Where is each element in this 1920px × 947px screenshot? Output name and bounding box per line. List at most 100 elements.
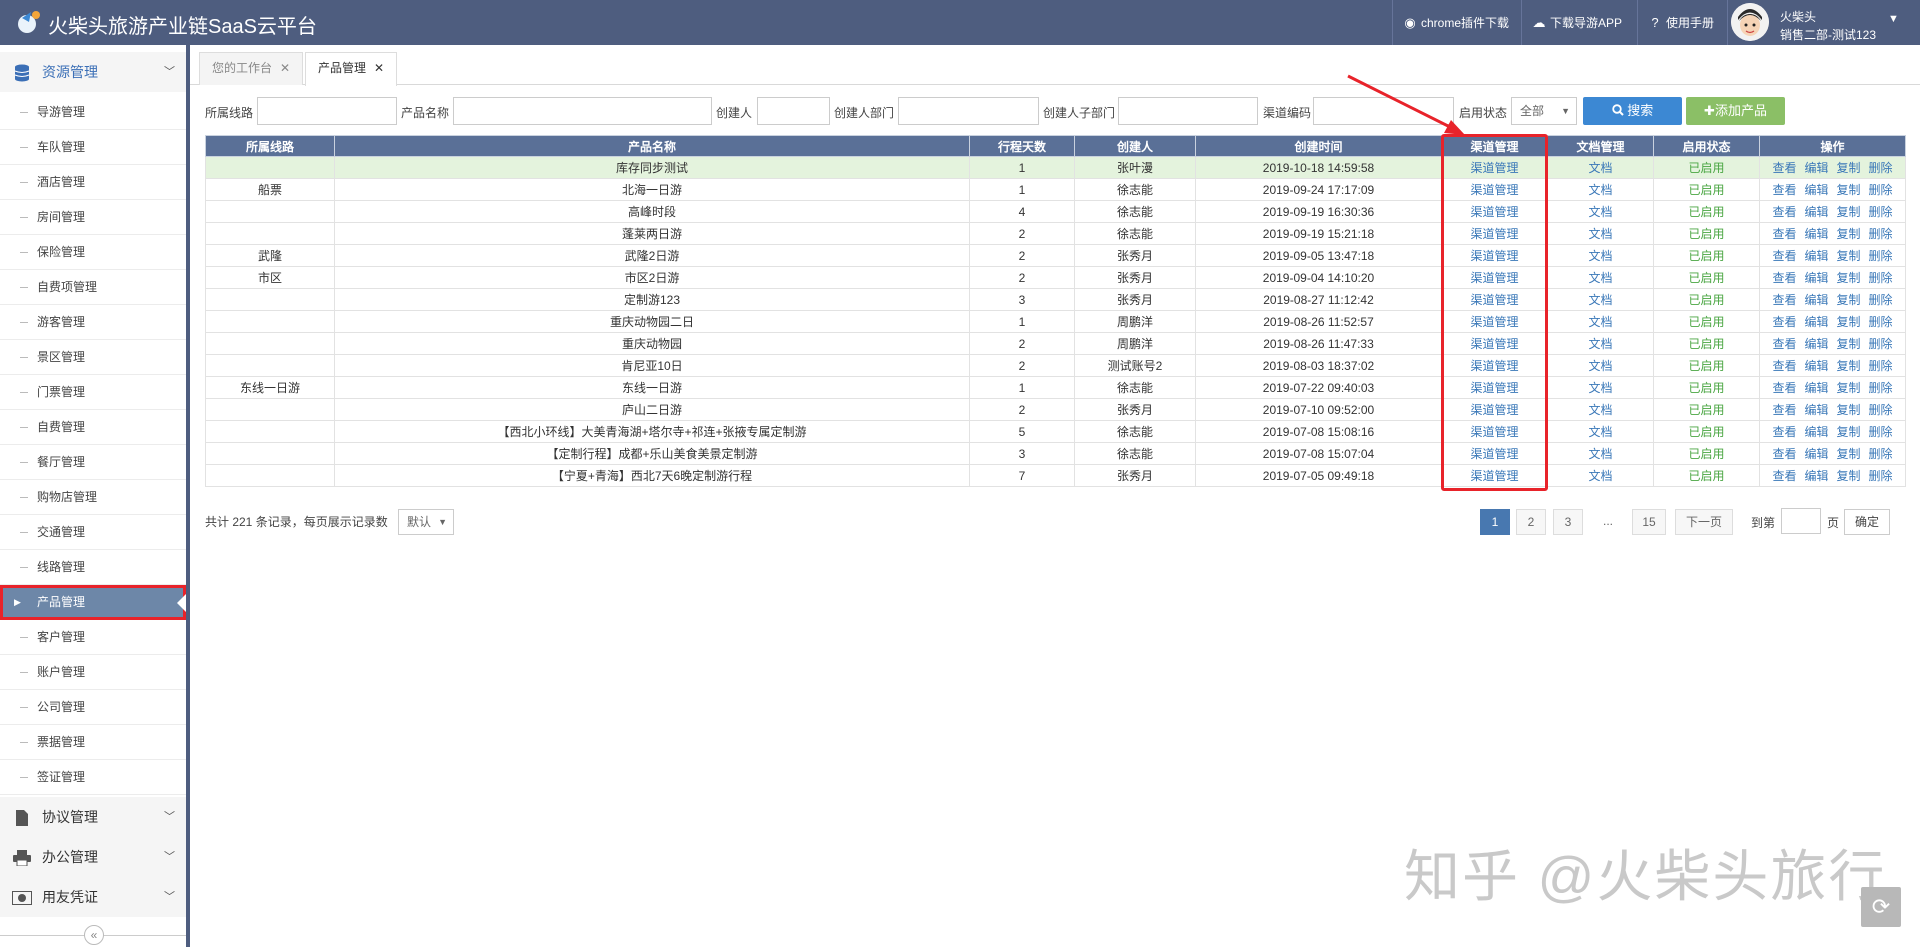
- status-toggle[interactable]: 已启用: [1653, 222, 1760, 245]
- copy-link[interactable]: 复制: [1837, 315, 1861, 329]
- edit-link[interactable]: 编辑: [1804, 205, 1828, 219]
- sidebar-item[interactable]: 景区管理: [0, 340, 186, 375]
- goto-page-input[interactable]: [1781, 508, 1821, 534]
- view-link[interactable]: 查看: [1772, 183, 1796, 197]
- channel-management-link[interactable]: 渠道管理: [1470, 249, 1518, 263]
- delete-link[interactable]: 删除: [1869, 249, 1893, 263]
- delete-link[interactable]: 删除: [1869, 227, 1893, 241]
- view-link[interactable]: 查看: [1772, 469, 1796, 483]
- edit-link[interactable]: 编辑: [1804, 337, 1828, 351]
- table-row[interactable]: 蓬莱两日游 2 徐志能 2019-09-19 15:21:18 渠道管理 文档 已启用 查看编…: [205, 222, 1906, 245]
- caret-down-icon[interactable]: ▼: [1888, 13, 1899, 25]
- delete-link[interactable]: 删除: [1869, 403, 1893, 417]
- edit-link[interactable]: 编辑: [1804, 227, 1828, 241]
- sidebar-item[interactable]: 酒店管理: [0, 165, 186, 200]
- page-size-select[interactable]: 默认 ▼: [398, 509, 454, 535]
- delete-link[interactable]: 删除: [1869, 315, 1893, 329]
- dept-input[interactable]: [898, 97, 1039, 125]
- delete-link[interactable]: 删除: [1869, 359, 1893, 373]
- document-link[interactable]: 文档: [1547, 244, 1654, 267]
- view-link[interactable]: 查看: [1772, 315, 1796, 329]
- view-link[interactable]: 查看: [1772, 293, 1796, 307]
- channel-code-input[interactable]: [1313, 97, 1454, 125]
- page-button[interactable]: 1: [1480, 509, 1510, 535]
- page-button[interactable]: 2: [1516, 509, 1546, 535]
- channel-management-link[interactable]: 渠道管理: [1470, 293, 1518, 307]
- table-row[interactable]: 武隆 武隆2日游 2 张秀月 2019-09-05 13:47:18 渠道管理 文档 已启用查…: [205, 244, 1906, 267]
- status-toggle[interactable]: 已启用: [1653, 464, 1760, 487]
- table-row[interactable]: 定制游123 3 张秀月 2019-08-27 11:12:42 渠道管理 文档 已启用 查看…: [205, 288, 1906, 311]
- status-toggle[interactable]: 已启用: [1653, 398, 1760, 421]
- copy-link[interactable]: 复制: [1837, 403, 1861, 417]
- edit-link[interactable]: 编辑: [1804, 161, 1828, 175]
- document-link[interactable]: 文档: [1547, 332, 1654, 355]
- channel-management-link[interactable]: 渠道管理: [1470, 205, 1518, 219]
- page-button[interactable]: 15: [1632, 509, 1666, 535]
- status-toggle[interactable]: 已启用: [1653, 376, 1760, 399]
- status-toggle[interactable]: 已启用: [1653, 200, 1760, 223]
- add-product-button[interactable]: ✚添加产品: [1686, 97, 1785, 125]
- copy-link[interactable]: 复制: [1837, 447, 1861, 461]
- table-row[interactable]: 肯尼亚10日 2 测试账号2 2019-08-03 18:37:02 渠道管理 文档 已启用…: [205, 354, 1906, 377]
- document-link[interactable]: 文档: [1547, 288, 1654, 311]
- view-link[interactable]: 查看: [1772, 271, 1796, 285]
- sidebar-item[interactable]: 自费管理: [0, 410, 186, 445]
- table-row[interactable]: 市区 市区2日游 2 张秀月 2019-09-04 14:10:20 渠道管理 文档 已启用查…: [205, 266, 1906, 289]
- status-toggle[interactable]: 已启用: [1653, 266, 1760, 289]
- sidebar-item[interactable]: 门票管理: [0, 375, 186, 410]
- view-link[interactable]: 查看: [1772, 381, 1796, 395]
- edit-link[interactable]: 编辑: [1804, 183, 1828, 197]
- delete-link[interactable]: 删除: [1869, 161, 1893, 175]
- subdept-input[interactable]: [1118, 97, 1258, 125]
- table-row[interactable]: 【宁夏+青海】西北7天6晚定制游行程 7 张秀月 2019-07-05 09:49:1…: [205, 464, 1906, 487]
- next-page-button[interactable]: 下一页: [1675, 509, 1733, 535]
- edit-link[interactable]: 编辑: [1804, 447, 1828, 461]
- tab-workbench[interactable]: 您的工作台 ✕: [199, 52, 304, 85]
- view-link[interactable]: 查看: [1772, 403, 1796, 417]
- edit-link[interactable]: 编辑: [1804, 403, 1828, 417]
- document-link[interactable]: 文档: [1547, 354, 1654, 377]
- close-icon[interactable]: ✕: [374, 61, 384, 75]
- tab-product-management[interactable]: 产品管理 ✕: [305, 52, 398, 86]
- status-toggle[interactable]: 已启用: [1653, 310, 1760, 333]
- table-row[interactable]: 重庆动物园 2 周鹏洋 2019-08-26 11:47:33 渠道管理 文档 已启用 查看编…: [205, 332, 1906, 355]
- sidebar-item[interactable]: 导游管理: [0, 95, 186, 130]
- channel-management-link[interactable]: 渠道管理: [1470, 271, 1518, 285]
- delete-link[interactable]: 删除: [1869, 447, 1893, 461]
- view-link[interactable]: 查看: [1772, 227, 1796, 241]
- edit-link[interactable]: 编辑: [1804, 293, 1828, 307]
- copy-link[interactable]: 复制: [1837, 425, 1861, 439]
- copy-link[interactable]: 复制: [1837, 271, 1861, 285]
- table-row[interactable]: 庐山二日游 2 张秀月 2019-07-10 09:52:00 渠道管理 文档 已启用 查看编…: [205, 398, 1906, 421]
- sidebar-item[interactable]: 车队管理: [0, 130, 186, 165]
- copy-link[interactable]: 复制: [1837, 183, 1861, 197]
- view-link[interactable]: 查看: [1772, 249, 1796, 263]
- sidebar-item[interactable]: 交通管理: [0, 515, 186, 550]
- view-link[interactable]: 查看: [1772, 205, 1796, 219]
- document-link[interactable]: 文档: [1547, 310, 1654, 333]
- sidebar-item[interactable]: 线路管理: [0, 550, 186, 585]
- collapse-sidebar-icon[interactable]: «: [84, 925, 104, 945]
- delete-link[interactable]: 删除: [1869, 293, 1893, 307]
- delete-link[interactable]: 删除: [1869, 271, 1893, 285]
- copy-link[interactable]: 复制: [1837, 359, 1861, 373]
- status-toggle[interactable]: 已启用: [1653, 354, 1760, 377]
- sidebar-group-vouchers[interactable]: 用友凭证 ﹀: [0, 877, 186, 917]
- copy-link[interactable]: 复制: [1837, 381, 1861, 395]
- document-link[interactable]: 文档: [1547, 398, 1654, 421]
- channel-management-link[interactable]: 渠道管理: [1470, 359, 1518, 373]
- page-button[interactable]: 3: [1553, 509, 1583, 535]
- status-toggle[interactable]: 已启用: [1653, 442, 1760, 465]
- status-toggle[interactable]: 已启用: [1653, 288, 1760, 311]
- channel-management-link[interactable]: 渠道管理: [1470, 183, 1518, 197]
- sidebar-item[interactable]: 公司管理: [0, 690, 186, 725]
- view-link[interactable]: 查看: [1772, 425, 1796, 439]
- copy-link[interactable]: 复制: [1837, 249, 1861, 263]
- sidebar-group-resources[interactable]: 资源管理 ﹀: [0, 52, 186, 92]
- sidebar-item[interactable]: 餐厅管理: [0, 445, 186, 480]
- table-row[interactable]: 库存同步测试 1 张叶漫 2019-10-18 14:59:58 渠道管理 文档 已启用 查看…: [205, 156, 1906, 179]
- document-link[interactable]: 文档: [1547, 222, 1654, 245]
- edit-link[interactable]: 编辑: [1804, 359, 1828, 373]
- copy-link[interactable]: 复制: [1837, 205, 1861, 219]
- sidebar-item[interactable]: 票据管理: [0, 725, 186, 760]
